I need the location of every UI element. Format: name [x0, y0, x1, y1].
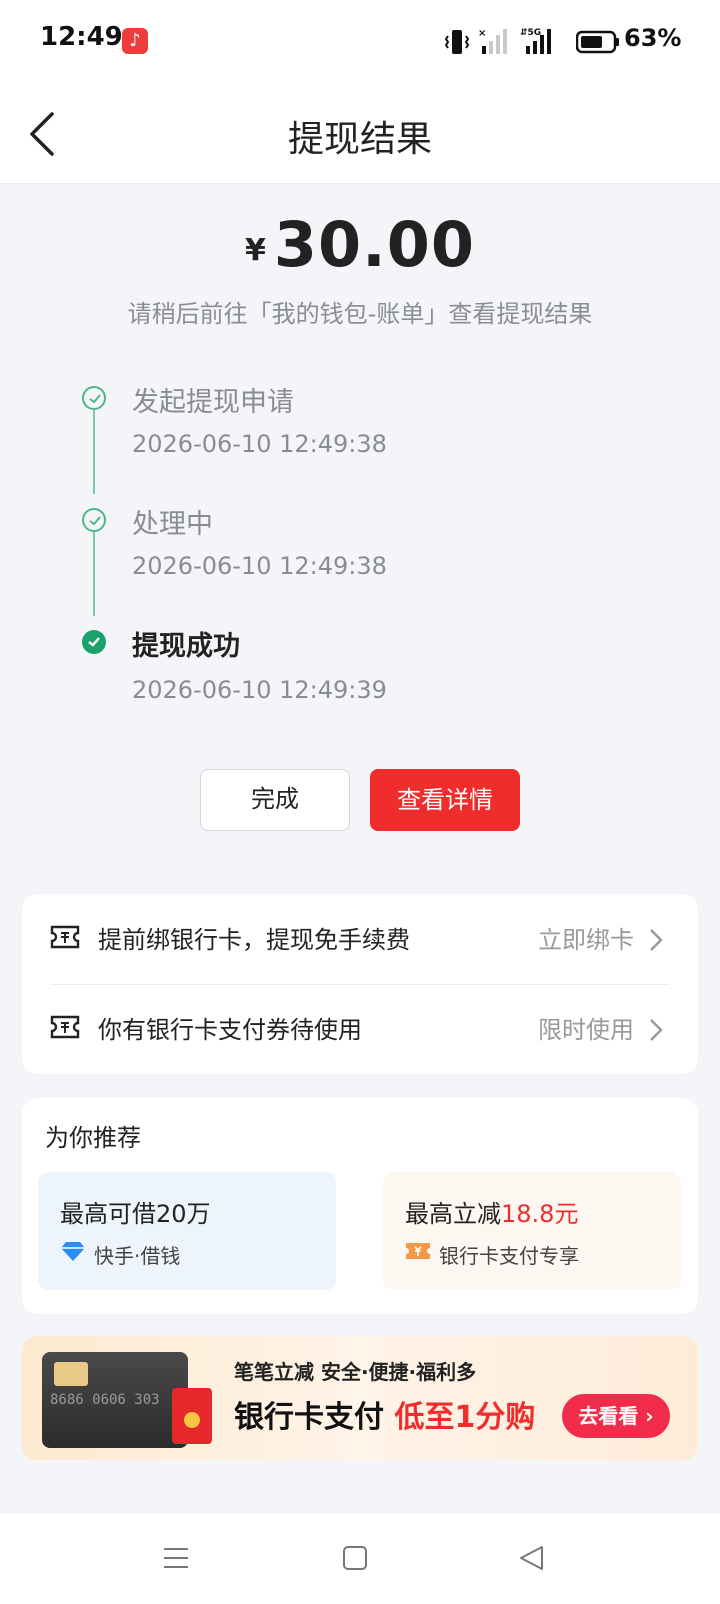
- system-nav-bar: [0, 1514, 720, 1604]
- ticket-icon: [50, 925, 80, 949]
- battery-percent: 63%: [624, 24, 682, 52]
- loan-recommend-tile[interactable]: 最高可借20万 快手·借钱: [38, 1172, 336, 1290]
- check-filled-icon: [82, 630, 106, 654]
- tile-subtitle: 快手·借钱: [94, 1244, 181, 1268]
- back-triangle-icon[interactable]: [518, 1544, 546, 1572]
- offer-text: 提前绑银行卡，提现免手续费: [98, 926, 410, 954]
- step-title: 提现成功: [132, 631, 240, 662]
- tile-subtitle: 银行卡支付专享: [439, 1244, 579, 1268]
- step-title: 处理中: [132, 509, 213, 540]
- result-hint: 请稍后前往「我的钱包-账单」查看提现结果: [127, 300, 593, 328]
- home-square-icon[interactable]: [342, 1544, 368, 1572]
- banner-headline-main: 银行卡支付: [234, 1400, 384, 1435]
- withdraw-amount: 30.00: [273, 208, 475, 281]
- tile-headline: 最高可借20万: [60, 1200, 211, 1228]
- banner-go-button[interactable]: 去看看 ›: [562, 1394, 670, 1438]
- coupon-offer[interactable]: 你有银行卡支付券待使用 限时使用: [28, 988, 692, 1068]
- vibrate-icon: [444, 30, 470, 54]
- step-time: 2026-06-10 12:49:38: [132, 430, 387, 458]
- discount-recommend-tile[interactable]: 最高立减18.8元 银行卡支付专享: [383, 1172, 681, 1290]
- tile-headline-prefix: 最高立减: [405, 1200, 501, 1228]
- bank-card-illustration: 8686 0606 303: [42, 1352, 188, 1448]
- signal-weak-icon: ×: [478, 28, 507, 54]
- ticket-icon: [50, 1015, 80, 1039]
- status-time: 12:49: [40, 22, 123, 52]
- bind-card-offer[interactable]: 提前绑银行卡，提现免手续费 立即绑卡: [28, 898, 692, 978]
- status-bar: 12:49 ♪ × ⇵5G 63%: [0, 0, 720, 82]
- done-button[interactable]: 完成: [200, 769, 350, 831]
- check-circle-icon: [82, 508, 106, 532]
- view-details-button[interactable]: 查看详情: [370, 769, 520, 831]
- step-title: 发起提现申请: [132, 387, 294, 418]
- svg-text:⇵5G: ⇵5G: [520, 28, 541, 38]
- divider: [50, 984, 670, 985]
- step-time: 2026-06-10 12:49:38: [132, 552, 387, 580]
- signal-5g-icon: ⇵5G: [520, 28, 551, 54]
- banner-button-label: 去看看: [578, 1404, 639, 1428]
- bank-card-promo-banner[interactable]: 8686 0606 303 笔笔立减 安全·便捷·福利多 银行卡支付 低至1分购…: [22, 1336, 698, 1460]
- red-envelope-icon: [172, 1388, 212, 1444]
- banner-headline-highlight: 低至1分购: [394, 1400, 536, 1435]
- diamond-icon: [61, 1242, 85, 1261]
- tile-headline: 最高立减18.8元: [405, 1194, 578, 1229]
- chevron-right-icon: [650, 929, 663, 951]
- page-title: 提现结果: [287, 119, 432, 160]
- step-time: 2026-06-10 12:49:39: [132, 676, 387, 704]
- banner-headline: 银行卡支付 低至1分购: [234, 1392, 535, 1436]
- tile-headline-highlight: 18.8元: [501, 1200, 579, 1228]
- music-app-icon: ♪: [122, 28, 148, 54]
- card-chip: [54, 1362, 88, 1386]
- battery-icon: [576, 30, 619, 54]
- coupon-icon: [406, 1243, 430, 1259]
- banner-tagline: 笔笔立减 安全·便捷·福利多: [234, 1360, 477, 1384]
- card-number: 8686 0606 303: [50, 1392, 160, 1408]
- check-circle-icon: [82, 386, 106, 410]
- nav-bar: 提现结果: [0, 82, 720, 184]
- timeline-connector: [93, 410, 95, 494]
- chevron-right-icon: [650, 1019, 663, 1041]
- recommend-title: 为你推荐: [45, 1124, 141, 1152]
- currency-symbol: ¥: [245, 233, 266, 268]
- timeline-connector: [93, 532, 95, 616]
- amount-row: ¥30.00: [0, 208, 720, 281]
- progress-timeline: 发起提现申请 2026-06-10 12:49:38 处理中 2026-06-1…: [80, 380, 640, 720]
- svg-text:×: ×: [478, 28, 486, 39]
- offer-action: 立即绑卡: [538, 926, 634, 954]
- menu-icon[interactable]: [162, 1544, 190, 1572]
- offer-text: 你有银行卡支付券待使用: [98, 1016, 362, 1044]
- offer-action: 限时使用: [538, 1016, 634, 1044]
